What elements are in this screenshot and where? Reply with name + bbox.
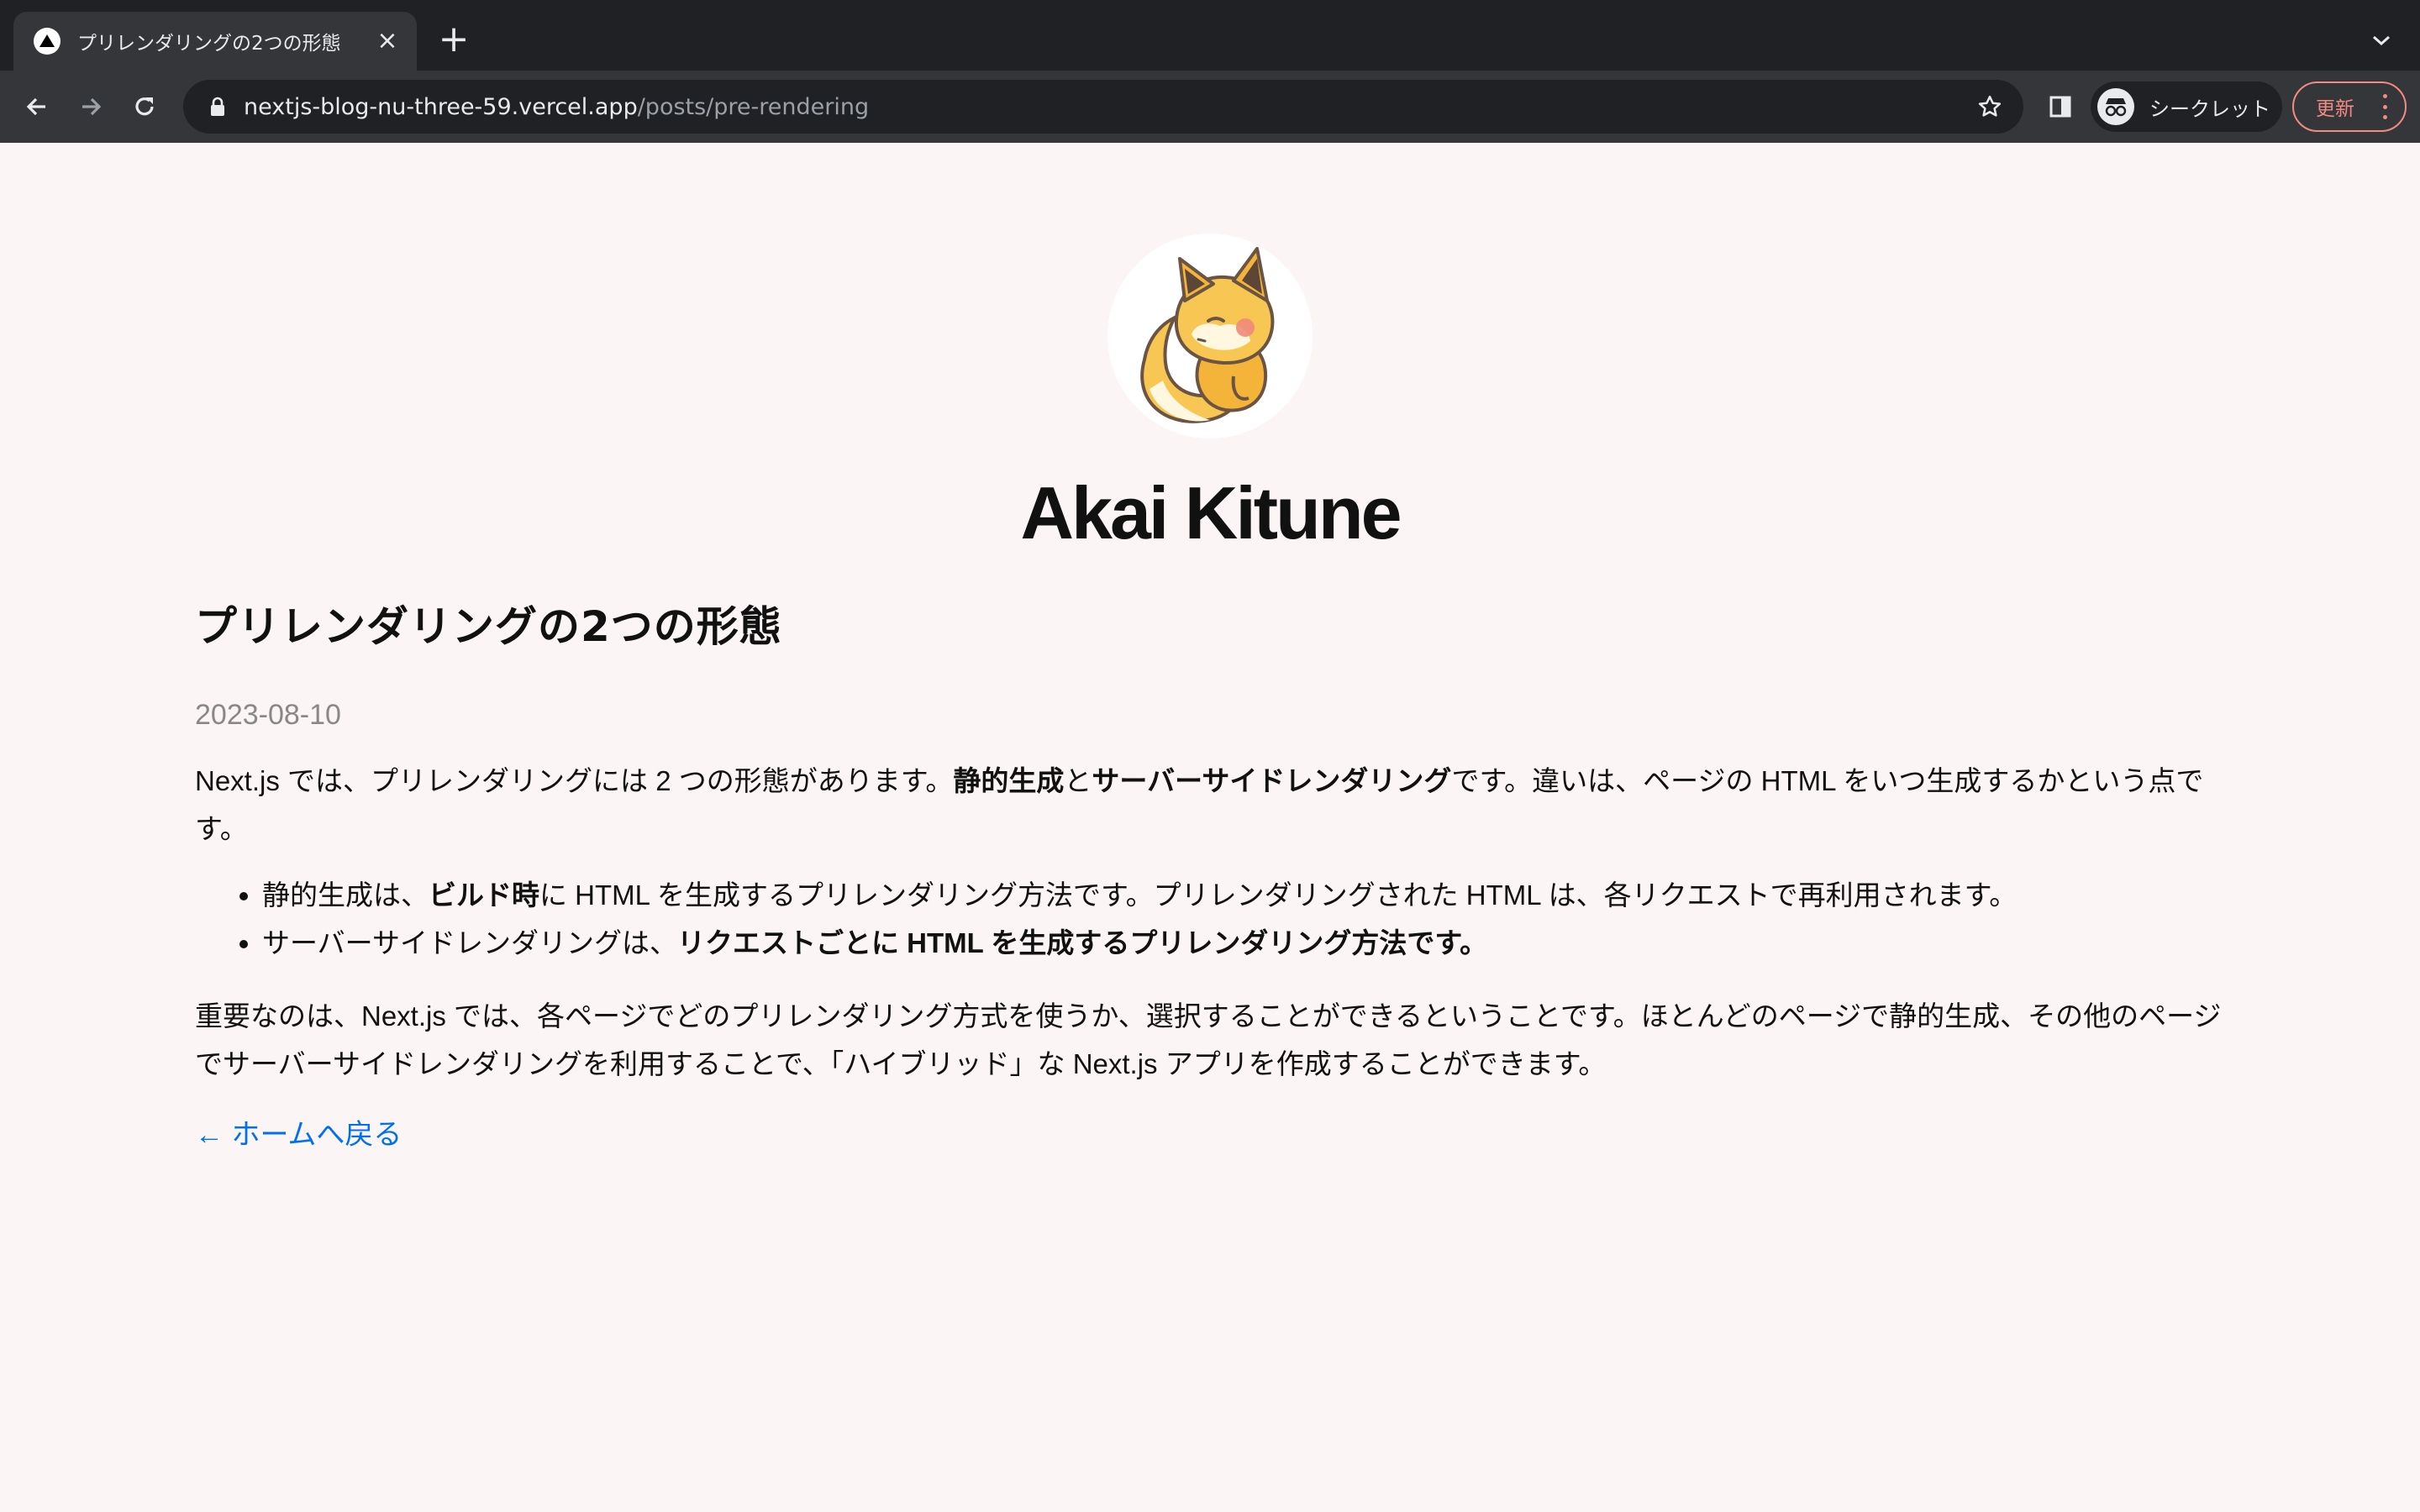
- incognito-indicator[interactable]: シークレット: [2091, 81, 2282, 132]
- browser-toolbar: nextjs-blog-nu-three-59.vercel.app/posts…: [0, 71, 2420, 143]
- update-button[interactable]: 更新: [2292, 81, 2407, 132]
- bullet-text-before: 静的生成は、: [262, 879, 429, 911]
- closing-paragraph: 重要なのは、Next.js では、各ページでどのプリレンダリング方式を使うか、選…: [195, 1000, 2222, 1079]
- post-article: プリレンダリングの2つの形態 2023-08-10 Next.js では、プリレ…: [195, 596, 2228, 1152]
- intro-paragraph: Next.js では、プリレンダリングには 2 つの形態があります。静的生成とサ…: [195, 757, 2228, 853]
- reload-icon[interactable]: [123, 85, 166, 129]
- address-bar[interactable]: nextjs-blog-nu-three-59.vercel.app/posts…: [183, 80, 2023, 134]
- bullet-bold: リクエストごとに HTML を生成するプリレンダリング方法です。: [677, 927, 1488, 958]
- intro-text-mid: と: [1064, 765, 1092, 796]
- back-arrow-icon[interactable]: [15, 85, 59, 129]
- bullet-bold: ビルド時: [429, 879, 539, 911]
- incognito-label: シークレット: [2149, 97, 2270, 121]
- side-panel-icon[interactable]: [2040, 87, 2081, 127]
- active-tab[interactable]: プリレンダリングの2つの形態 ×: [13, 12, 417, 71]
- intro-text-before: Next.js では、プリレンダリングには 2 つの形態があります。: [195, 765, 954, 796]
- site-name: Akai Kitune: [1020, 471, 1402, 554]
- post-date: 2023-08-10: [195, 699, 341, 731]
- new-tab-button[interactable]: +: [434, 20, 474, 60]
- url-path: /posts/pre-rendering: [637, 93, 870, 120]
- bullet-text-after: に HTML を生成するプリレンダリング方法です。プリレンダリングされた HTM…: [539, 879, 2018, 911]
- close-tab-icon[interactable]: ×: [373, 27, 402, 55]
- bullet-list: 静的生成は、ビルド時に HTML を生成するプリレンダリング方法です。プリレンダ…: [195, 871, 2228, 967]
- post-title: プリレンダリングの2つの形態: [195, 602, 782, 651]
- tab-search-chevron-icon[interactable]: [2363, 22, 2400, 59]
- fox-avatar-icon: [1107, 234, 1313, 438]
- bullet-text-before: サーバーサイドレンダリングは、: [262, 927, 678, 958]
- url-text: nextjs-blog-nu-three-59.vercel.app/posts…: [244, 94, 869, 120]
- kebab-menu-icon[interactable]: [2376, 94, 2393, 119]
- bookmark-star-icon[interactable]: [1973, 90, 2007, 123]
- forward-arrow-icon[interactable]: [69, 85, 113, 129]
- back-to-home-link[interactable]: ← ホームへ戻る: [195, 1111, 402, 1152]
- list-item: 静的生成は、ビルド時に HTML を生成するプリレンダリング方法です。プリレンダ…: [262, 871, 2228, 919]
- list-item: サーバーサイドレンダリングは、リクエストごとに HTML を生成するプリレンダリ…: [262, 919, 2228, 967]
- tab-strip: プリレンダリングの2つの形態 × +: [0, 0, 2420, 71]
- incognito-icon: [2097, 88, 2134, 125]
- page-body: Akai Kitune プリレンダリングの2つの形態 2023-08-10 Ne…: [0, 143, 2420, 1512]
- update-label: 更新: [2316, 98, 2354, 120]
- intro-bold-static-generation: 静的生成: [953, 765, 1065, 796]
- vercel-favicon-icon: [34, 28, 60, 55]
- intro-bold-ssr: サーバーサイドレンダリング: [1092, 765, 1452, 796]
- lock-icon[interactable]: [203, 97, 232, 117]
- tab-title: プリレンダリングの2つの形態: [77, 33, 341, 55]
- url-host: nextjs-blog-nu-three-59.vercel.app: [244, 93, 638, 120]
